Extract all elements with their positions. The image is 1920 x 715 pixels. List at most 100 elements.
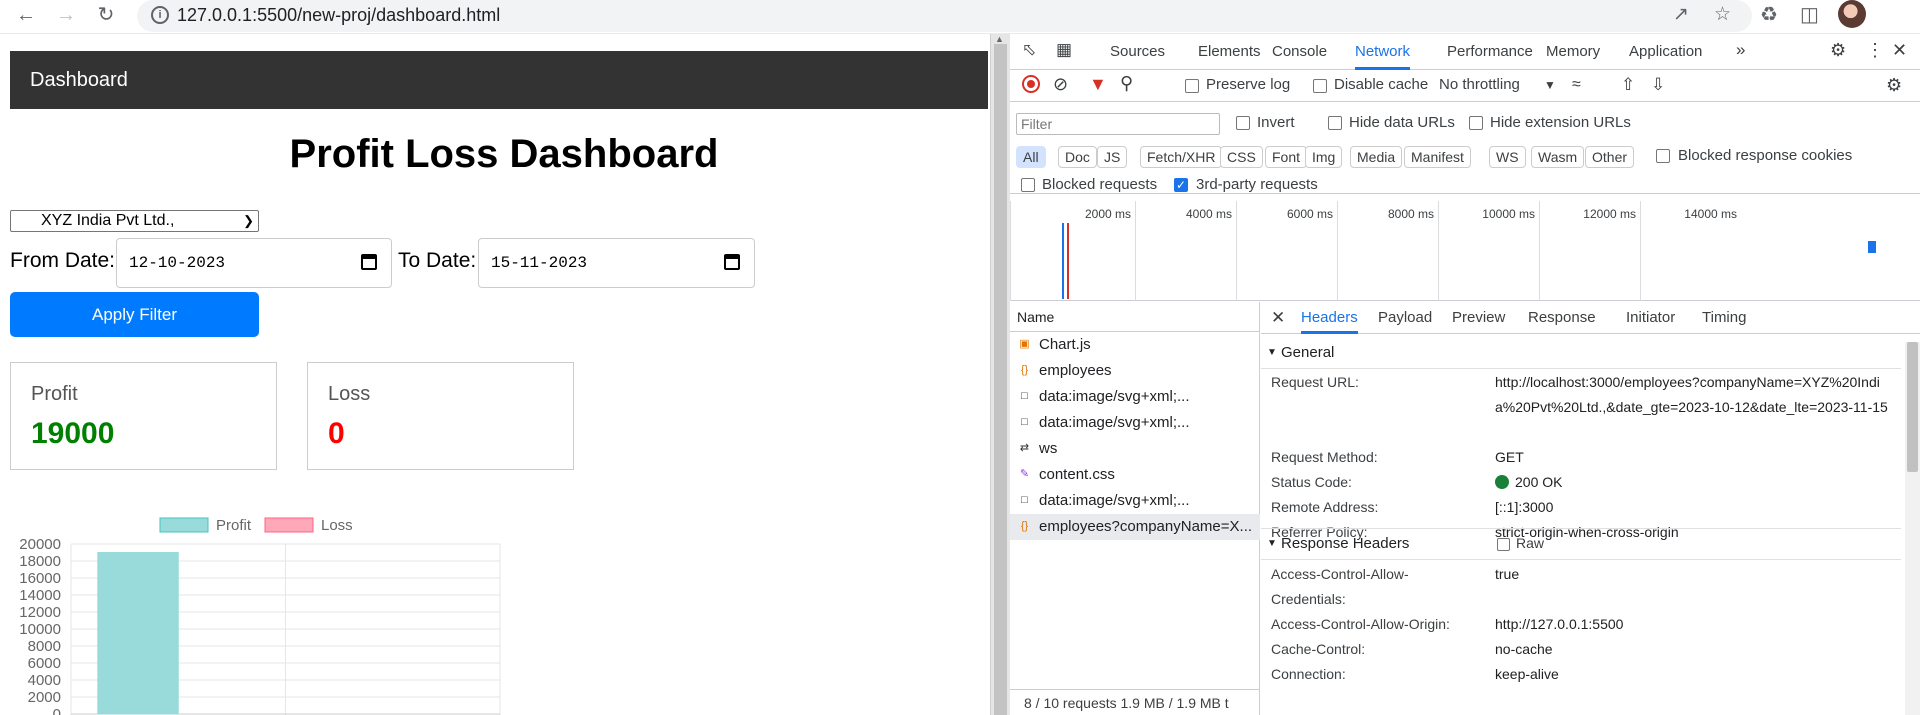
throttling-select[interactable]: No throttling	[1439, 75, 1520, 95]
scroll-up-icon[interactable]: ▲	[995, 34, 1004, 44]
details-scrollbar[interactable]	[1905, 342, 1920, 715]
filter-chip-media[interactable]: Media	[1350, 146, 1403, 168]
disable-cache-checkbox[interactable]	[1313, 79, 1327, 93]
tab-console[interactable]: Console	[1272, 34, 1327, 70]
tab-application[interactable]: Application	[1629, 34, 1702, 70]
filter-chip-css[interactable]: CSS	[1220, 146, 1263, 168]
name-column-header[interactable]: Name	[1010, 302, 1260, 332]
record-icon[interactable]	[1022, 75, 1040, 93]
response-headers-section-header[interactable]: ▼ Response Headers	[1261, 529, 1901, 559]
company-select[interactable]: XYZ India Pvt Ltd., ❯	[10, 210, 259, 232]
details-tab-headers[interactable]: Headers	[1301, 302, 1358, 334]
timeline-tick: 8000 ms	[1337, 201, 1438, 301]
to-date-input[interactable]: 15-11-2023	[478, 238, 755, 288]
filter-chip-other[interactable]: Other	[1585, 146, 1635, 168]
filter-chip-wasm[interactable]: Wasm	[1531, 146, 1585, 168]
devtools-tabbar: ⬁ ▦ Sources Elements Console Network Perform…	[1010, 34, 1920, 70]
url-text[interactable]: 127.0.0.1:5500/new-proj/dashboard.html	[177, 5, 500, 26]
tab-performance[interactable]: Performance	[1447, 34, 1533, 70]
device-toolbar-icon[interactable]: ▦	[1056, 40, 1072, 60]
filter-chip-all[interactable]: All	[1016, 146, 1046, 168]
export-har-icon[interactable]: ⇩	[1651, 75, 1665, 95]
from-date-input[interactable]: 12-10-2023	[116, 238, 392, 288]
filter-chip-doc[interactable]: Doc	[1058, 146, 1097, 168]
details-tab-preview[interactable]: Preview	[1452, 302, 1505, 334]
filter-chip-img[interactable]: Img	[1305, 146, 1343, 168]
page-scrollbar-thumb[interactable]	[994, 44, 1007, 715]
y-tick-label: 2000	[28, 689, 61, 706]
request-row[interactable]: {} employees	[1010, 358, 1260, 384]
filter-funnel-icon[interactable]: ▼	[1089, 74, 1107, 94]
extensions-puzzle-icon[interactable]: ♻	[1760, 2, 1778, 27]
filter-chip-fetchxhr[interactable]: Fetch/XHR	[1140, 146, 1223, 168]
request-row[interactable]: ⇄ ws	[1010, 436, 1260, 462]
to-date-value: 15-11-2023	[491, 254, 588, 272]
filter-chip-js[interactable]: JS	[1097, 146, 1128, 168]
request-row[interactable]: □ data:image/svg+xml;...	[1010, 384, 1260, 410]
blocked-requests-checkbox[interactable]	[1021, 178, 1035, 192]
calendar-icon[interactable]	[724, 254, 740, 270]
y-tick-label: 16000	[19, 570, 61, 587]
throttling-dropdown-icon[interactable]: ▼	[1544, 75, 1556, 95]
raw-checkbox[interactable]	[1497, 538, 1510, 551]
fetch-icon: {}	[1020, 364, 1029, 376]
network-conditions-icon[interactable]: ≈	[1572, 75, 1581, 95]
response-header-value: no-cache	[1495, 641, 1553, 657]
preserve-log-checkbox[interactable]	[1185, 79, 1199, 93]
details-tab-timing[interactable]: Timing	[1702, 302, 1746, 334]
calendar-icon[interactable]	[361, 254, 377, 270]
network-settings-gear-icon[interactable]: ⚙	[1886, 75, 1902, 95]
clear-icon[interactable]: ⊘	[1053, 74, 1068, 94]
request-row[interactable]: ▣ Chart.js	[1010, 332, 1260, 358]
details-tab-payload[interactable]: Payload	[1378, 302, 1432, 334]
hide-data-urls-checkbox[interactable]	[1328, 116, 1342, 130]
close-devtools-icon[interactable]: ✕	[1892, 40, 1907, 60]
hide-extension-urls-checkbox[interactable]	[1469, 116, 1483, 130]
tab-sources[interactable]: Sources	[1110, 34, 1165, 70]
profile-avatar[interactable]	[1838, 0, 1866, 28]
details-tabbar: ✕ Headers Payload Preview Response Initiator…	[1261, 302, 1920, 334]
side-panel-icon[interactable]: ◫	[1800, 2, 1819, 27]
third-party-requests-checkbox[interactable]: ✓	[1174, 178, 1188, 192]
y-tick-label: 4000	[28, 672, 61, 689]
inspect-element-icon[interactable]: ⬁	[1022, 40, 1036, 60]
request-row[interactable]: {} employees?companyName=X...	[1010, 514, 1260, 540]
network-timeline-overview[interactable]: 2000 ms 4000 ms 6000 ms 8000 ms 10000 ms 1200…	[1010, 201, 1920, 301]
blocked-response-cookies-checkbox[interactable]	[1656, 149, 1670, 163]
filter-chip-manifest[interactable]: Manifest	[1404, 146, 1471, 168]
import-har-icon[interactable]: ⇧	[1621, 75, 1635, 95]
filter-input[interactable]: Filter	[1016, 113, 1220, 135]
details-scrollbar-thumb[interactable]	[1907, 342, 1918, 472]
apply-filter-button[interactable]: Apply Filter	[10, 292, 259, 337]
close-details-icon[interactable]: ✕	[1271, 302, 1285, 334]
settings-gear-icon[interactable]: ⚙	[1830, 40, 1846, 60]
site-info-icon[interactable]: i	[151, 6, 169, 24]
response-header-value: true	[1495, 566, 1520, 582]
tab-network[interactable]: Network	[1355, 34, 1411, 70]
tab-memory[interactable]: Memory	[1546, 34, 1600, 70]
filter-chip-ws[interactable]: WS	[1489, 146, 1526, 168]
y-tick-label: 6000	[28, 655, 61, 672]
request-row[interactable]: ✎ content.css	[1010, 462, 1260, 488]
search-icon[interactable]: ⚲	[1120, 73, 1133, 93]
details-tab-response[interactable]: Response	[1528, 302, 1596, 334]
share-icon[interactable]: ↗	[1673, 3, 1689, 26]
reload-icon[interactable]: ↻	[92, 2, 120, 28]
request-row[interactable]: □ data:image/svg+xml;...	[1010, 410, 1260, 436]
request-row[interactable]: □ data:image/svg+xml;...	[1010, 488, 1260, 514]
back-arrow-icon[interactable]: ←	[12, 2, 40, 28]
details-tab-initiator[interactable]: Initiator	[1626, 302, 1675, 334]
address-bar[interactable]: i 127.0.0.1:5500/new-proj/dashboard.html…	[137, 0, 1752, 32]
forward-arrow-icon[interactable]: →	[52, 2, 80, 28]
legend-label: Profit	[216, 517, 252, 534]
timeline-tick-label: 4000 ms	[1185, 207, 1232, 221]
filter-chip-font[interactable]: Font	[1265, 146, 1308, 168]
devtools-splitter[interactable]: ▲	[990, 34, 1010, 715]
general-header-value[interactable]: http://localhost:3000/employees?companyN…	[1495, 370, 1895, 420]
tab-elements[interactable]: Elements	[1198, 34, 1261, 70]
invert-checkbox[interactable]	[1236, 116, 1250, 130]
more-options-icon[interactable]: ⋮	[1866, 40, 1884, 60]
bookmark-star-icon[interactable]: ☆	[1714, 3, 1731, 26]
general-section-header[interactable]: ▼ General	[1261, 338, 1901, 368]
more-tabs-icon[interactable]: »	[1736, 40, 1745, 60]
